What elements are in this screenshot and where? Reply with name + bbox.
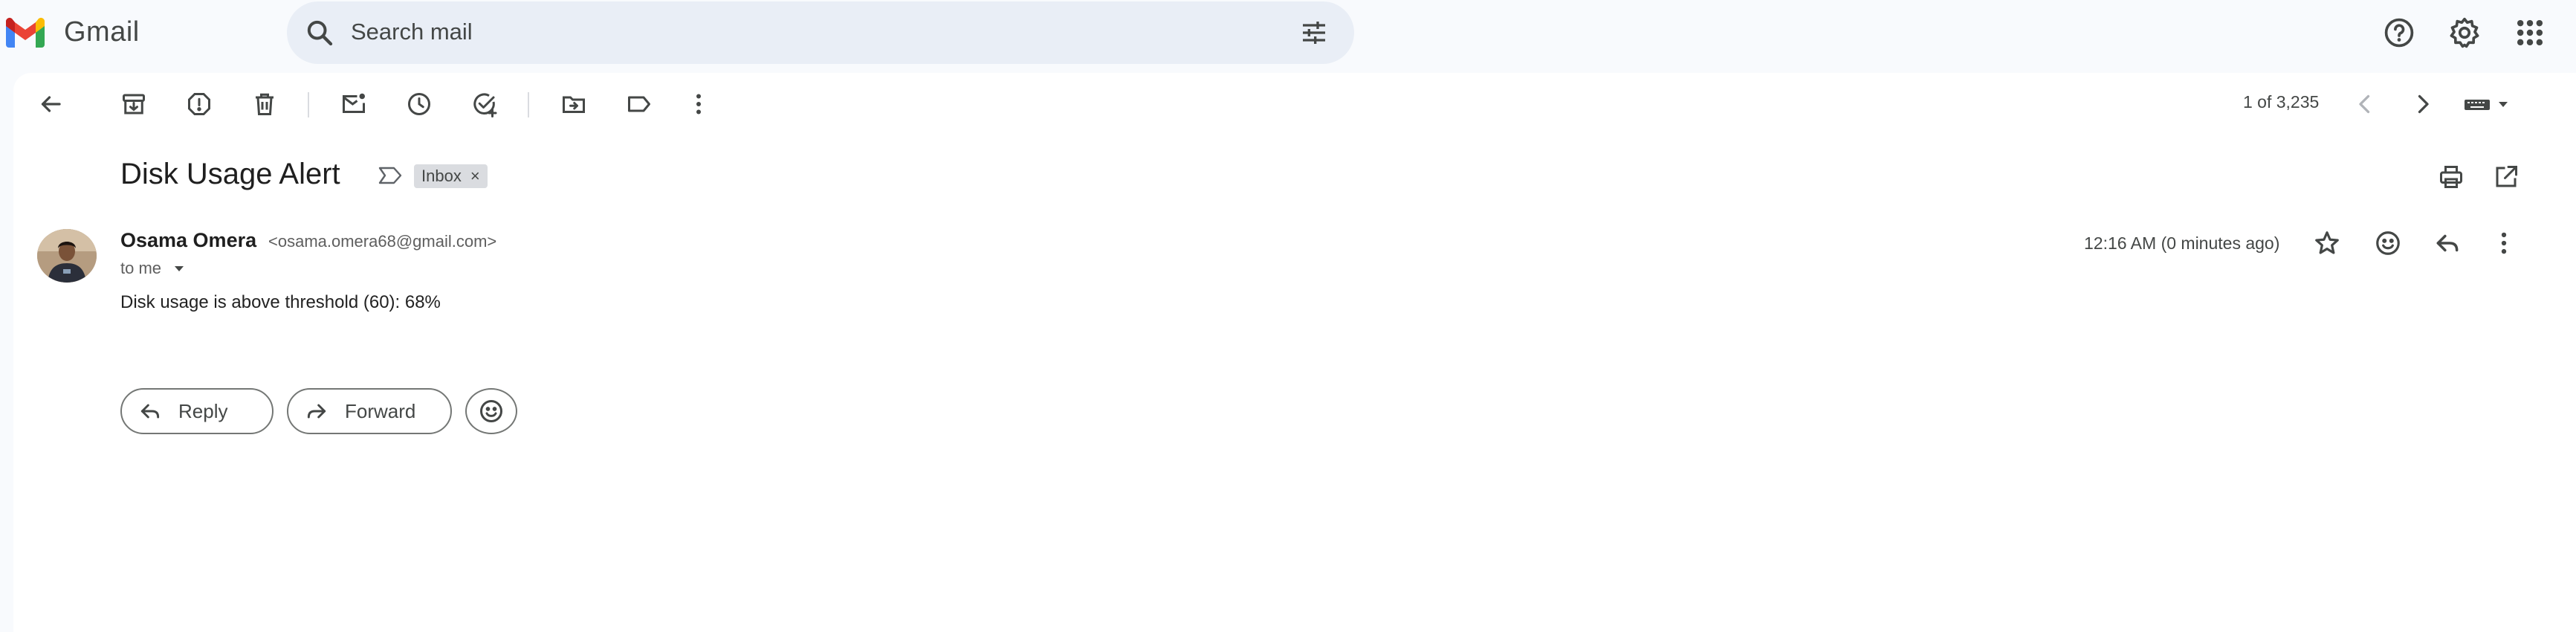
recipient-summary: to me: [120, 259, 162, 277]
apps-icon[interactable]: [2514, 16, 2546, 49]
sender-name[interactable]: Osama Omera: [120, 229, 256, 252]
reply-icon[interactable]: [2433, 229, 2462, 257]
toolbar-divider: [528, 92, 529, 117]
more-vert-icon[interactable]: [2490, 229, 2518, 257]
forward-icon: [305, 399, 329, 423]
emoji-icon: [478, 398, 505, 425]
inbox-label-text: Inbox: [421, 167, 462, 185]
chevron-right-icon[interactable]: [2410, 91, 2436, 117]
move-to-icon[interactable]: [560, 91, 587, 117]
add-task-icon[interactable]: [471, 91, 498, 117]
chevron-left-icon[interactable]: [2352, 91, 2378, 117]
reply-button-label: Reply: [178, 399, 228, 422]
inbox-label-chip[interactable]: Inbox ×: [414, 164, 488, 188]
help-icon[interactable]: [2383, 16, 2415, 49]
archive-icon[interactable]: [120, 91, 147, 117]
back-arrow-icon[interactable]: [37, 91, 64, 117]
star-icon[interactable]: [2313, 229, 2341, 257]
more-vert-icon[interactable]: [685, 91, 712, 117]
tune-icon[interactable]: [1299, 18, 1329, 48]
react-emoji-button[interactable]: [465, 388, 517, 434]
pagination-count: 1 of 3,235: [2243, 92, 2320, 112]
reply-icon: [138, 399, 162, 423]
open-in-new-icon[interactable]: [2493, 164, 2520, 190]
gmail-wordmark: Gmail: [64, 16, 140, 48]
gmail-logo[interactable]: Gmail: [3, 15, 140, 49]
search-icon[interactable]: [305, 18, 334, 48]
gmail-logo-icon: [3, 15, 48, 49]
reply-button[interactable]: Reply: [120, 388, 274, 434]
settings-icon[interactable]: [2448, 16, 2481, 49]
search-bar[interactable]: Search mail: [287, 1, 1354, 64]
top-header: Gmail Search mail: [0, 0, 2576, 65]
show-details-chevron-icon[interactable]: [172, 263, 186, 274]
message-body: Disk usage is above threshold (60): 68%: [120, 292, 441, 312]
delete-icon[interactable]: [251, 91, 278, 117]
mark-unread-icon[interactable]: [340, 91, 367, 117]
email-subject: Disk Usage Alert: [120, 158, 340, 190]
sender-avatar[interactable]: [37, 229, 97, 283]
snooze-icon[interactable]: [406, 91, 433, 117]
label-icon[interactable]: [626, 91, 653, 117]
emoji-icon[interactable]: [2374, 229, 2402, 257]
keyboard-icon[interactable]: [2463, 95, 2511, 113]
message-timestamp: 12:16 AM (0 minutes ago): [2084, 233, 2280, 253]
print-icon[interactable]: [2438, 164, 2465, 190]
report-spam-icon[interactable]: [186, 91, 213, 117]
message-view-panel: [13, 73, 2576, 632]
sender-email: <osama.omera68@gmail.com>: [268, 232, 497, 251]
importance-marker-icon[interactable]: [378, 165, 403, 186]
forward-button[interactable]: Forward: [287, 388, 452, 434]
toolbar-divider: [308, 92, 309, 117]
search-input[interactable]: Search mail: [351, 19, 473, 45]
remove-label-button[interactable]: ×: [470, 167, 480, 186]
forward-button-label: Forward: [345, 399, 416, 422]
